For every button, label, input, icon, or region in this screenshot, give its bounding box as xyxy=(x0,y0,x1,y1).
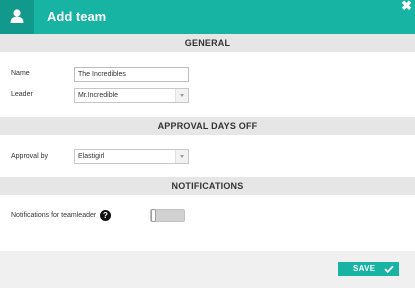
leader-select[interactable]: Mr.Incredible xyxy=(74,88,189,103)
section-approval-heading: APPROVAL DAYS OFF xyxy=(0,117,415,135)
name-label: Name xyxy=(11,70,30,77)
approval-select[interactable]: Elastigirl xyxy=(74,149,189,164)
teamleader-notifications-label: Notifications for teamleader xyxy=(11,212,97,219)
leader-label: Leader xyxy=(11,91,33,98)
section-notifications-heading: NOTIFICATIONS xyxy=(0,177,415,195)
help-icon[interactable]: ? xyxy=(100,210,111,221)
dialog-title: Add team xyxy=(47,9,107,24)
teamleader-notifications-toggle[interactable] xyxy=(150,209,185,222)
toggle-knob[interactable] xyxy=(151,209,156,222)
name-input[interactable]: The Incredibles xyxy=(74,67,189,82)
check-icon xyxy=(384,265,394,273)
leader-select-value: Mr.Incredible xyxy=(78,92,119,99)
save-button-label: SAVE xyxy=(353,264,376,273)
chevron-down-icon[interactable] xyxy=(175,89,188,102)
approval-label: Approval by xyxy=(11,153,48,160)
close-icon[interactable]: ✖ xyxy=(401,0,412,12)
section-general-heading: GENERAL xyxy=(0,34,415,52)
user-icon xyxy=(10,9,24,23)
header-icon-box xyxy=(0,0,34,34)
dialog-header: Add team ✖ xyxy=(0,0,415,34)
chevron-down-icon[interactable] xyxy=(175,150,188,163)
approval-select-value: Elastigirl xyxy=(78,153,105,160)
save-button[interactable]: SAVE xyxy=(338,262,399,276)
